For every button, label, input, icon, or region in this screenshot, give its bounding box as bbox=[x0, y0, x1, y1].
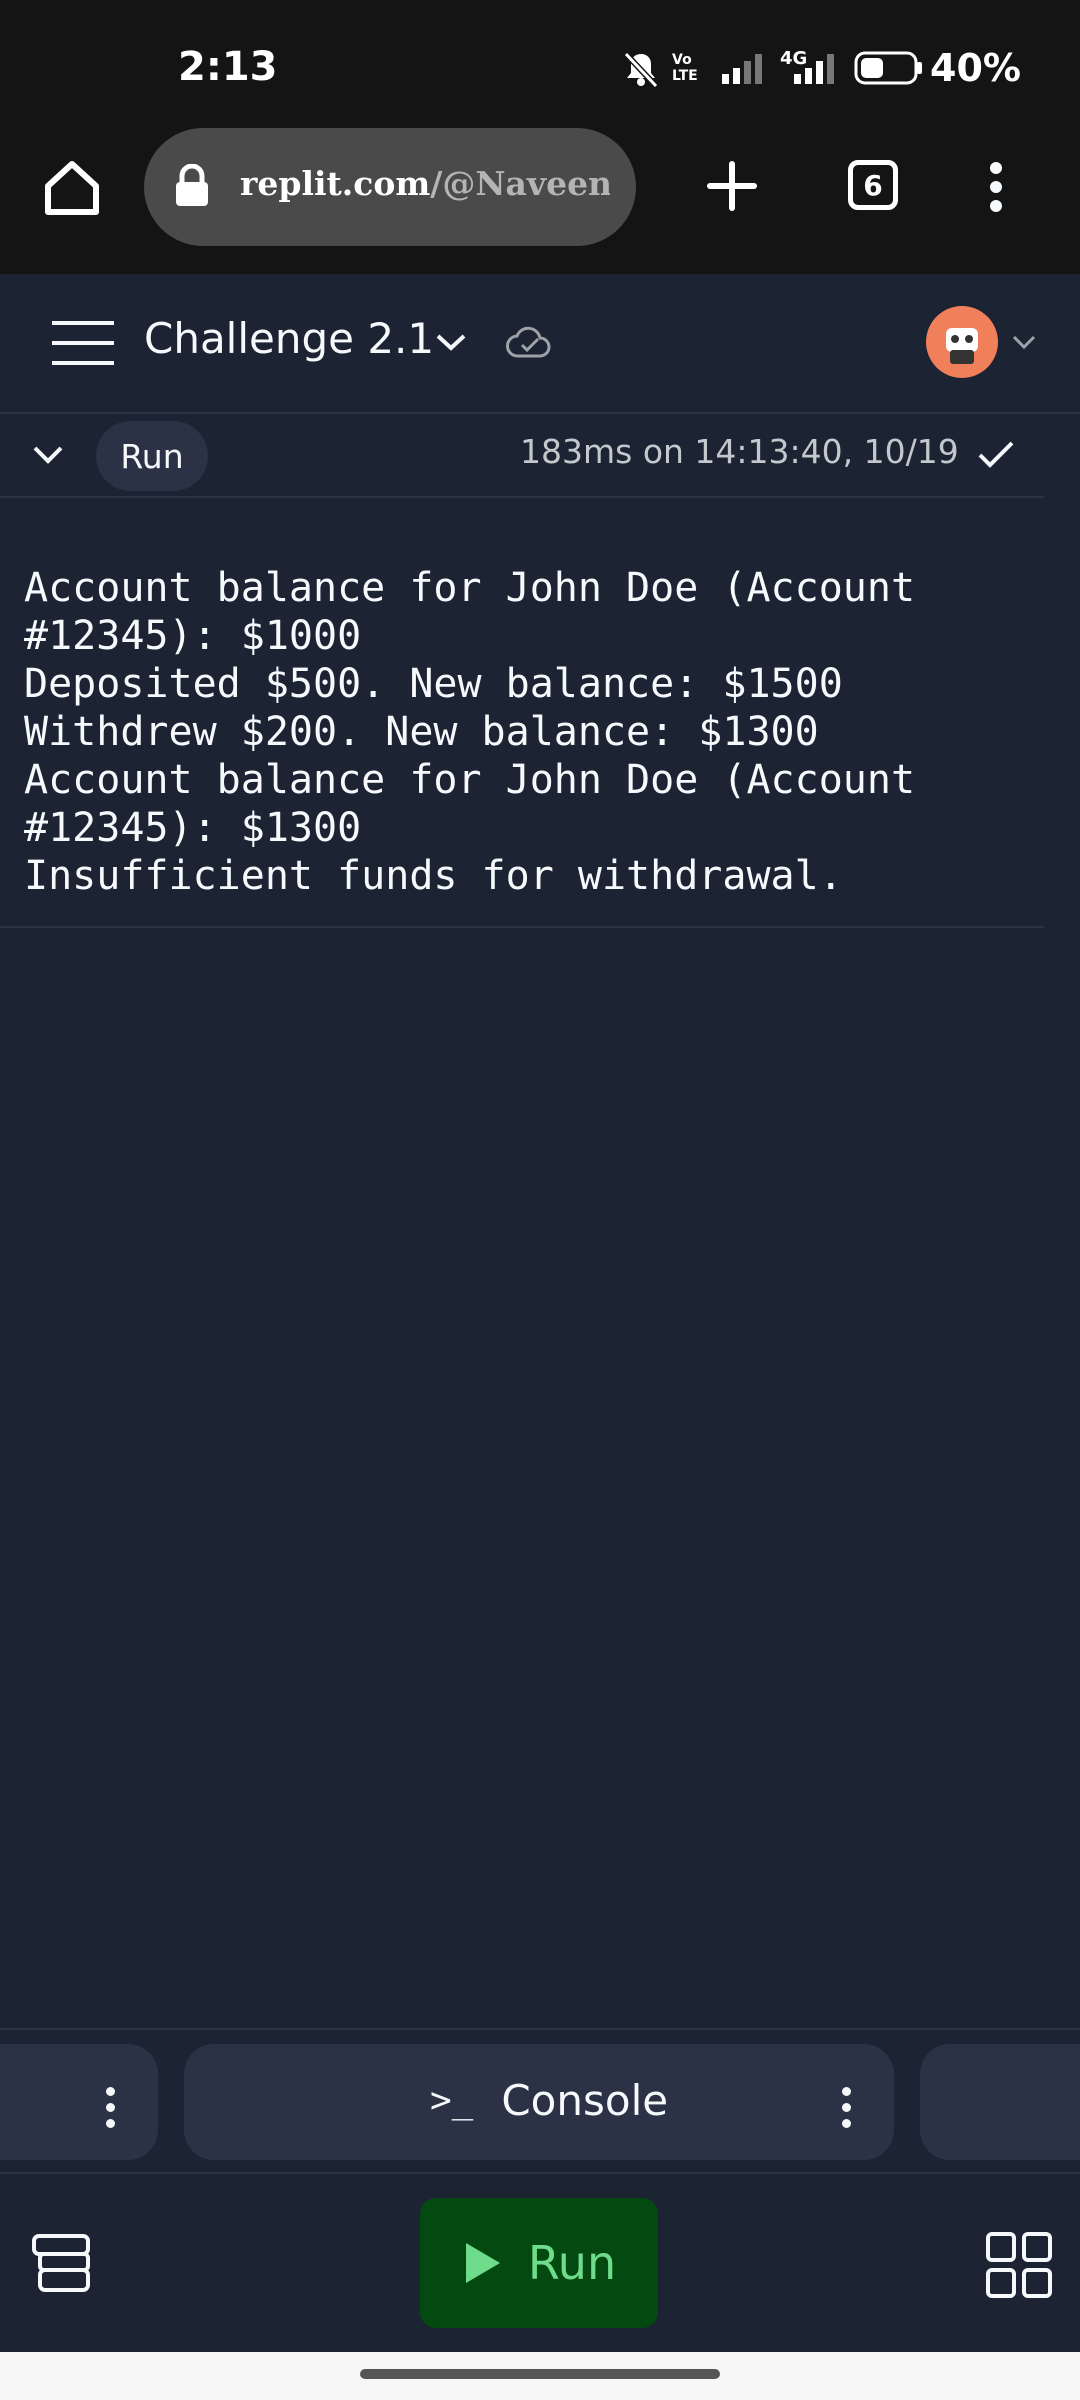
terminal-prompt-icon: >_ bbox=[430, 2080, 474, 2121]
battery-icon bbox=[854, 51, 922, 85]
mute-bell-icon bbox=[623, 51, 659, 89]
console-line: #12345): $1000 bbox=[24, 613, 362, 659]
lock-icon bbox=[176, 164, 208, 206]
divider bbox=[0, 2028, 1080, 2030]
console-tab-label: Console bbox=[501, 2076, 669, 2125]
console-line: Account balance for John Doe (Account bbox=[24, 757, 916, 803]
console-line: Account balance for John Doe (Account bbox=[24, 565, 916, 611]
cloud-check-icon bbox=[506, 326, 551, 358]
browser-menu-icon[interactable] bbox=[990, 155, 1002, 219]
url-host: replit.com bbox=[240, 164, 431, 203]
chevron-down-icon[interactable] bbox=[432, 326, 470, 358]
home-icon[interactable] bbox=[40, 156, 104, 220]
plus-icon[interactable] bbox=[704, 158, 760, 214]
run-button-label: Run bbox=[527, 2236, 617, 2290]
battery-percentage: 40% bbox=[930, 46, 1021, 90]
console-line: Insufficient funds for withdrawal. bbox=[24, 853, 843, 899]
grid-icon[interactable] bbox=[984, 2230, 1054, 2300]
run-duration-timestamp: 183ms on 14:13:40, 10/19 bbox=[520, 432, 959, 471]
console-line: Deposited $500. New balance: $1500 bbox=[24, 661, 843, 707]
divider bbox=[0, 926, 1044, 928]
console-line: Withdrew $200. New balance: $1300 bbox=[24, 709, 819, 755]
layers-icon[interactable] bbox=[28, 2230, 94, 2296]
checkmark-icon bbox=[978, 441, 1014, 468]
status-time: 2:13 bbox=[178, 44, 278, 90]
avatar-chevron-icon[interactable] bbox=[1010, 330, 1038, 354]
signal-sim1-icon bbox=[722, 54, 762, 84]
collapse-chevron-icon[interactable] bbox=[30, 440, 66, 470]
play-icon bbox=[465, 2243, 500, 2283]
tab-count: 6 bbox=[863, 168, 883, 202]
signal-sim2-icon bbox=[794, 54, 834, 84]
run-badge[interactable]: Run bbox=[96, 421, 208, 491]
console-tab-menu-icon[interactable] bbox=[842, 2080, 851, 2135]
tab-previous-menu-icon[interactable] bbox=[106, 2080, 115, 2135]
run-button[interactable]: Run bbox=[420, 2198, 658, 2328]
volte-icon: Vo LTE bbox=[672, 52, 698, 84]
url-text[interactable]: replit.com/@NaveenA bbox=[240, 164, 610, 214]
tab-switcher-button[interactable]: 6 bbox=[848, 160, 898, 210]
robot-avatar-icon bbox=[946, 328, 978, 364]
tab-previous[interactable] bbox=[0, 2044, 158, 2160]
gesture-handle[interactable] bbox=[360, 2369, 720, 2379]
console-tab-content: >_ Console bbox=[430, 2076, 668, 2125]
avatar[interactable] bbox=[926, 306, 998, 378]
console-output: Account balance for John Doe (Account #12… bbox=[24, 516, 1034, 948]
hamburger-icon[interactable] bbox=[50, 318, 116, 368]
repl-title[interactable]: Challenge 2.1 bbox=[144, 314, 434, 363]
divider bbox=[0, 2172, 1080, 2174]
tab-next[interactable] bbox=[920, 2044, 1080, 2160]
console-line: #12345): $1300 bbox=[24, 805, 362, 851]
url-path: /@NaveenA bbox=[430, 164, 610, 203]
